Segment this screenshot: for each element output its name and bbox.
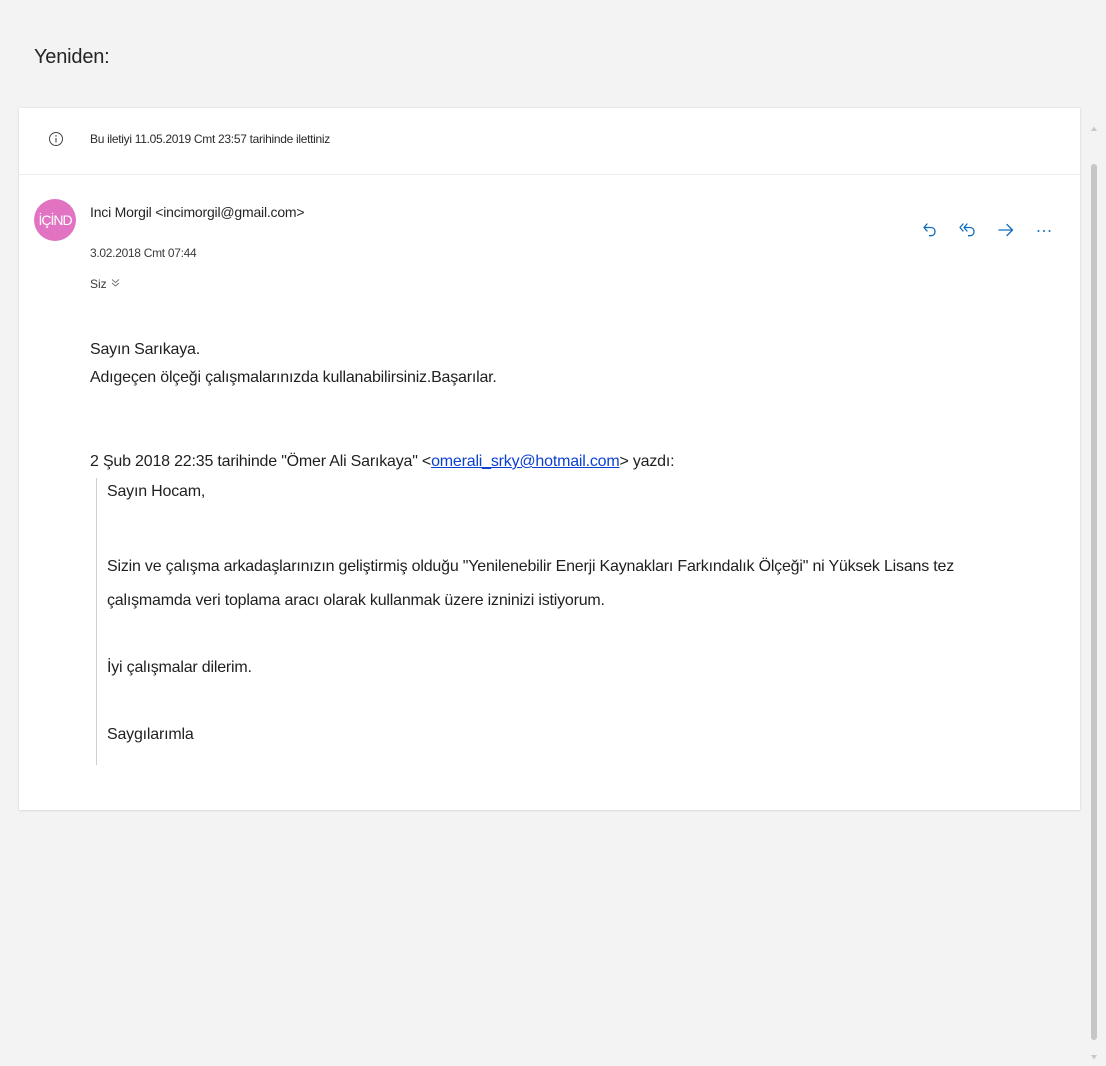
scroll-down-arrow-icon[interactable]: [1090, 1048, 1098, 1060]
recipients-toggle[interactable]: Siz: [90, 277, 120, 291]
sender-name[interactable]: Inci Morgil <incimorgil@gmail.com>: [90, 204, 305, 220]
scrollbar-thumb[interactable]: [1091, 164, 1097, 1040]
forwarded-info-bar: Bu iletiyi 11.05.2019 Cmt 23:57 tarihind…: [19, 108, 1080, 175]
quote-closing: İyi çalışmalar dilerim.: [107, 659, 252, 676]
quote-attribution: 2 Şub 2018 22:35 tarihinde "Ömer Ali Sar…: [90, 448, 675, 476]
quote-paragraph-line: çalışmamda veri toplama aracı olarak kul…: [107, 592, 605, 609]
more-actions-button[interactable]: [1033, 219, 1055, 241]
sender-email-link[interactable]: omerali_srky@hotmail.com: [431, 453, 620, 470]
attribution-suffix: > yazdı:: [619, 453, 675, 470]
sender-avatar[interactable]: İÇİND: [34, 199, 76, 241]
reply-all-button[interactable]: [957, 219, 979, 241]
message-date: 3.02.2018 Cmt 07:44: [90, 246, 197, 260]
quote-signoff: Saygılarımla: [107, 726, 194, 743]
body-line: Adıgeçen ölçeği çalışmalarınızda kullana…: [90, 369, 497, 386]
message-card: Bu iletiyi 11.05.2019 Cmt 23:57 tarihind…: [19, 108, 1080, 810]
info-icon: [48, 131, 64, 147]
reply-icon: [923, 223, 936, 237]
forward-button[interactable]: [995, 219, 1017, 241]
vertical-scrollbar[interactable]: [1088, 112, 1100, 1062]
forwarded-info-text: Bu iletiyi 11.05.2019 Cmt 23:57 tarihind…: [90, 132, 330, 146]
quote-greeting: Sayın Hocam,: [107, 483, 206, 500]
message-subject: Yeniden:: [34, 46, 110, 68]
more-icon: [1037, 230, 1051, 232]
reply-button[interactable]: [919, 219, 941, 241]
body-line: Sayın Sarıkaya.: [90, 341, 200, 358]
reply-all-icon: [959, 223, 975, 237]
scroll-up-arrow-icon[interactable]: [1090, 120, 1098, 131]
attribution-prefix: 2 Şub 2018 22:35 tarihinde "Ömer Ali Sar…: [90, 453, 432, 470]
quoted-message: Sayın Hocam, Sizin ve çalışma arkadaşlar…: [96, 478, 1046, 765]
quote-paragraph-line: Sizin ve çalışma arkadaşlarınızın gelişt…: [107, 558, 955, 575]
forward-icon: [998, 223, 1014, 237]
message-actions: [919, 219, 1055, 241]
recipients-label: Siz: [90, 277, 107, 291]
chevron-double-down-icon: [111, 277, 120, 291]
message-body: Sayın Sarıkaya. Adıgeçen ölçeği çalışmal…: [90, 336, 497, 392]
